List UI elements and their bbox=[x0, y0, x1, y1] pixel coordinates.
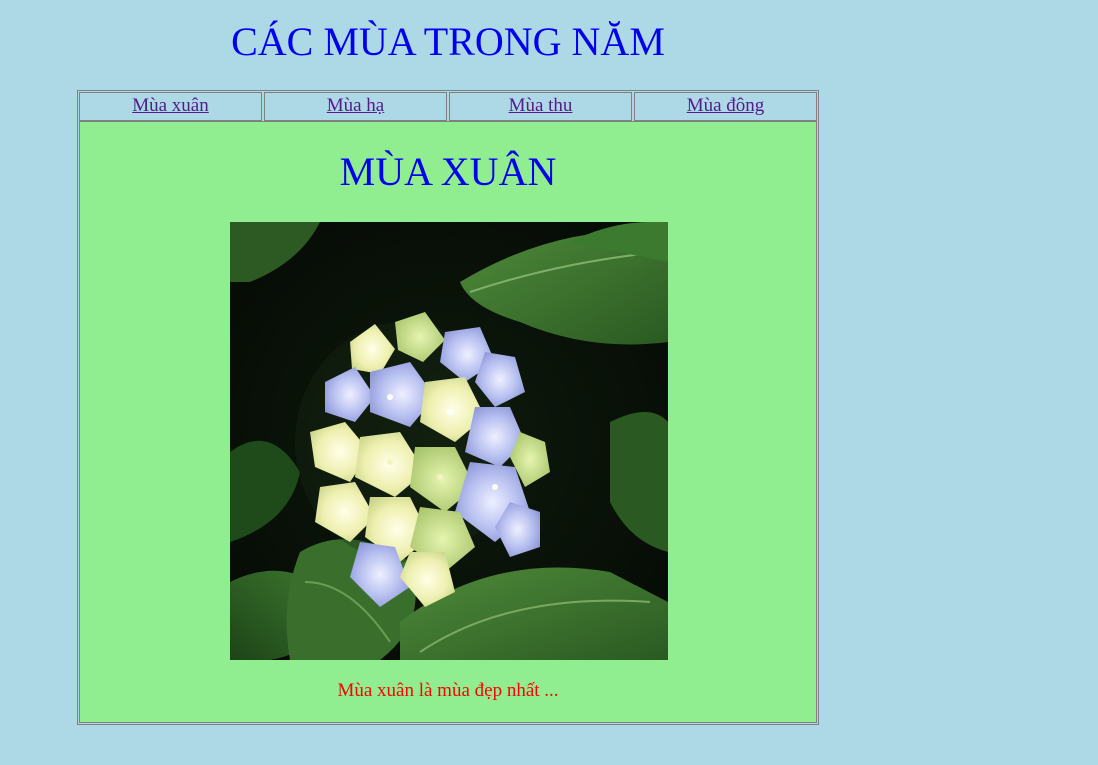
season-content: MÙA XUÂN Mùa xuân là mùa đẹp nhất ... bbox=[79, 121, 817, 723]
nav-cell-summer: Mùa hạ bbox=[264, 92, 447, 121]
nav-cell-spring: Mùa xuân bbox=[79, 92, 262, 121]
season-nav: Mùa xuân Mùa hạ Mùa thu Mùa đông bbox=[79, 92, 817, 121]
nav-link-spring[interactable]: Mùa xuân bbox=[132, 95, 209, 116]
season-caption: Mùa xuân là mùa đẹp nhất ... bbox=[337, 680, 559, 701]
nav-link-autumn[interactable]: Mùa thu bbox=[509, 95, 573, 116]
nav-cell-autumn: Mùa thu bbox=[449, 92, 632, 121]
page-title: CÁC MÙA TRONG NĂM bbox=[231, 19, 665, 64]
nav-link-summer[interactable]: Mùa hạ bbox=[327, 95, 385, 116]
nav-link-winter[interactable]: Mùa đông bbox=[687, 95, 765, 116]
nav-cell-winter: Mùa đông bbox=[634, 92, 817, 121]
seasons-table: Mùa xuân Mùa hạ Mùa thu Mùa đông MÙA XUÂ… bbox=[77, 90, 819, 725]
season-title: MÙA XUÂN bbox=[339, 149, 557, 194]
hydrangea-image bbox=[230, 222, 668, 660]
